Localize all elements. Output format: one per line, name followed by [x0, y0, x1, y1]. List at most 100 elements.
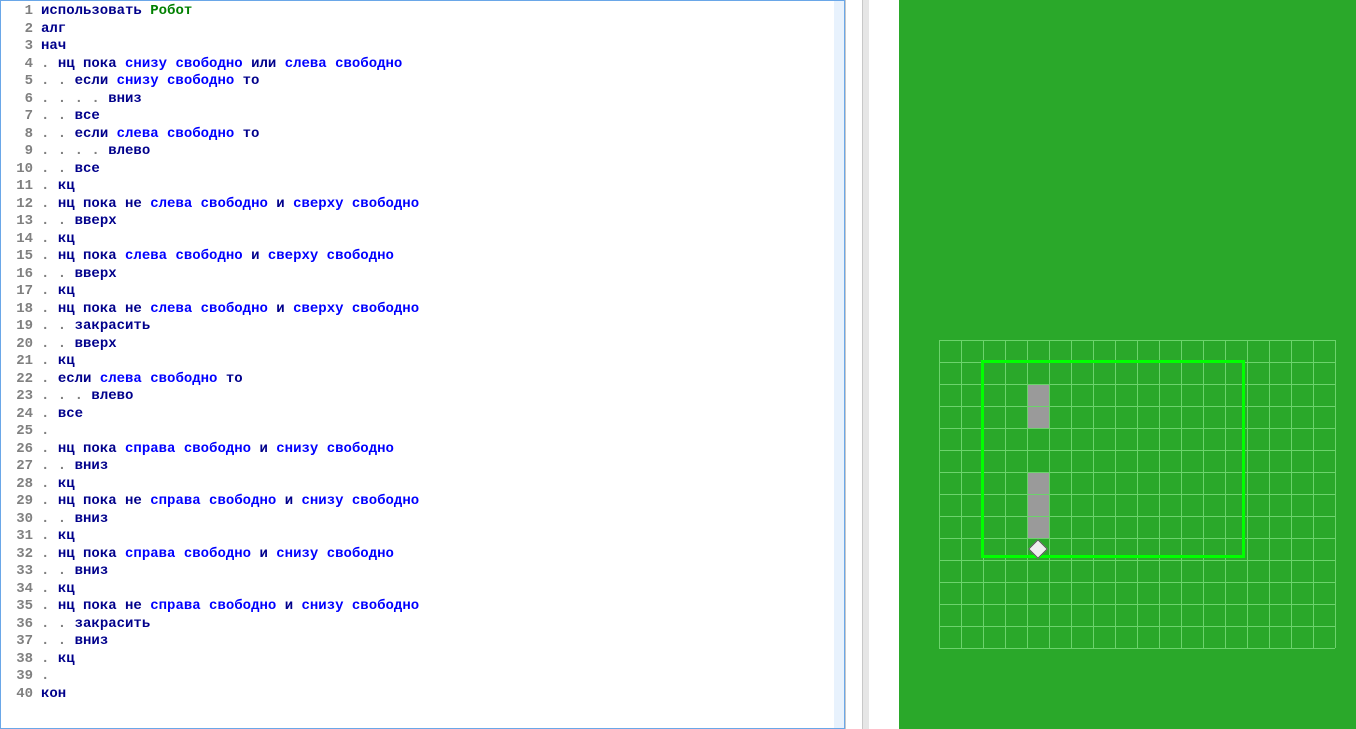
code-content[interactable]: . . закрасить — [41, 318, 844, 336]
indent-dots: . . — [41, 563, 75, 579]
indent-dots: . — [41, 196, 58, 212]
code-line[interactable]: 38. кц — [1, 651, 844, 669]
code-line[interactable]: 29. нц пока не справа свободно и снизу с… — [1, 493, 844, 511]
code-line[interactable]: 17. кц — [1, 283, 844, 301]
robot-grid — [939, 340, 1335, 648]
filled-cell — [1028, 473, 1049, 494]
code-content[interactable]: . нц пока справа свободно и снизу свобод… — [41, 441, 844, 459]
code-content[interactable]: . . вверх — [41, 266, 844, 284]
code-line[interactable]: 9. . . . влево — [1, 143, 844, 161]
code-line[interactable]: 39. — [1, 668, 844, 686]
code-line[interactable]: 23. . . влево — [1, 388, 844, 406]
code-content[interactable]: . . вниз — [41, 563, 844, 581]
code-line[interactable]: 27. . вниз — [1, 458, 844, 476]
code-line[interactable]: 30. . вниз — [1, 511, 844, 529]
code-line[interactable]: 5. . если снизу свободно то — [1, 73, 844, 91]
token-kw: нц пока — [58, 546, 117, 562]
code-line[interactable]: 19. . закрасить — [1, 318, 844, 336]
code-content[interactable]: . кц — [41, 651, 844, 669]
code-content[interactable]: . — [41, 423, 844, 441]
code-line[interactable]: 1использовать Робот — [1, 3, 844, 21]
code-line[interactable]: 20. . вверх — [1, 336, 844, 354]
token-kw: и — [276, 301, 284, 317]
code-line[interactable]: 40кон — [1, 686, 844, 704]
code-content[interactable]: . . . . влево — [41, 143, 844, 161]
code-line[interactable]: 3нач — [1, 38, 844, 56]
code-content[interactable]: . . . влево — [41, 388, 844, 406]
code-line[interactable]: 6. . . . вниз — [1, 91, 844, 109]
code-content[interactable]: . нц пока не слева свободно и сверху сво… — [41, 301, 844, 319]
code-line[interactable]: 13. . вверх — [1, 213, 844, 231]
code-content[interactable]: нач — [41, 38, 844, 56]
robot-field-pane[interactable] — [899, 0, 1356, 729]
code-line[interactable]: 22. если слева свободно то — [1, 371, 844, 389]
code-line[interactable]: 8. . если слева свободно то — [1, 126, 844, 144]
code-content[interactable]: . кц — [41, 476, 844, 494]
code-editor[interactable]: 1использовать Робот2алг3нач4. нц пока сн… — [0, 0, 845, 729]
code-content[interactable]: . . если снизу свободно то — [41, 73, 844, 91]
code-line[interactable]: 35. нц пока не справа свободно и снизу с… — [1, 598, 844, 616]
code-line[interactable]: 25. — [1, 423, 844, 441]
code-content[interactable]: кон — [41, 686, 844, 704]
field-boundary — [981, 360, 1245, 558]
code-content[interactable]: . кц — [41, 353, 844, 371]
code-content[interactable]: . . вверх — [41, 213, 844, 231]
code-line[interactable]: 4. нц пока снизу свободно или слева своб… — [1, 56, 844, 74]
code-line[interactable]: 14. кц — [1, 231, 844, 249]
code-content[interactable]: . . вверх — [41, 336, 844, 354]
token-sp — [276, 56, 284, 72]
code-content[interactable]: алг — [41, 21, 844, 39]
code-content[interactable]: . . если слева свободно то — [41, 126, 844, 144]
code-line[interactable]: 18. нц пока не слева свободно и сверху с… — [1, 301, 844, 319]
code-line[interactable]: 21. кц — [1, 353, 844, 371]
code-line[interactable]: 11. кц — [1, 178, 844, 196]
code-content[interactable]: . нц пока не справа свободно и снизу сво… — [41, 493, 844, 511]
code-line[interactable]: 26. нц пока справа свободно и снизу своб… — [1, 441, 844, 459]
token-sp — [217, 371, 225, 387]
code-content[interactable]: . если слева свободно то — [41, 371, 844, 389]
code-content[interactable]: . кц — [41, 581, 844, 599]
code-content[interactable]: . кц — [41, 528, 844, 546]
code-content[interactable]: . . вниз — [41, 633, 844, 651]
code-content[interactable]: . нц пока снизу свободно или слева свобо… — [41, 56, 844, 74]
code-content[interactable]: . нц пока слева свободно и сверху свобод… — [41, 248, 844, 266]
code-content[interactable]: . . . . вниз — [41, 91, 844, 109]
code-content[interactable]: . нц пока не слева свободно и сверху сво… — [41, 196, 844, 214]
token-kw: кц — [58, 476, 75, 492]
code-line[interactable]: 32. нц пока справа свободно и снизу своб… — [1, 546, 844, 564]
code-content[interactable]: . все — [41, 406, 844, 424]
code-line[interactable]: 16. . вверх — [1, 266, 844, 284]
token-kw: то — [243, 126, 260, 142]
code-content[interactable]: . . вниз — [41, 458, 844, 476]
code-line[interactable]: 28. кц — [1, 476, 844, 494]
code-content[interactable]: . . все — [41, 161, 844, 179]
code-content[interactable]: . кц — [41, 231, 844, 249]
line-number: 18 — [1, 301, 41, 319]
code-content[interactable]: . нц пока справа свободно и снизу свобод… — [41, 546, 844, 564]
code-line[interactable]: 37. . вниз — [1, 633, 844, 651]
code-content[interactable]: . — [41, 668, 844, 686]
gridline-vertical — [1291, 340, 1292, 648]
code-line[interactable]: 34. кц — [1, 581, 844, 599]
robot-field — [939, 340, 1335, 648]
code-content[interactable]: использовать Робот — [41, 3, 844, 21]
code-line[interactable]: 15. нц пока слева свободно и сверху своб… — [1, 248, 844, 266]
code-content[interactable]: . кц — [41, 283, 844, 301]
code-line[interactable]: 2алг — [1, 21, 844, 39]
code-line[interactable]: 36. . закрасить — [1, 616, 844, 634]
token-cmd: вниз — [108, 91, 142, 107]
line-number: 8 — [1, 126, 41, 144]
code-content[interactable]: . . закрасить — [41, 616, 844, 634]
token-sp — [117, 598, 125, 614]
token-sp — [234, 126, 242, 142]
code-content[interactable]: . . все — [41, 108, 844, 126]
code-content[interactable]: . . вниз — [41, 511, 844, 529]
code-line[interactable]: 12. нц пока не слева свободно и сверху с… — [1, 196, 844, 214]
code-line[interactable]: 31. кц — [1, 528, 844, 546]
code-line[interactable]: 33. . вниз — [1, 563, 844, 581]
code-content[interactable]: . кц — [41, 178, 844, 196]
code-line[interactable]: 10. . все — [1, 161, 844, 179]
code-content[interactable]: . нц пока не справа свободно и снизу сво… — [41, 598, 844, 616]
code-line[interactable]: 24. все — [1, 406, 844, 424]
code-line[interactable]: 7. . все — [1, 108, 844, 126]
